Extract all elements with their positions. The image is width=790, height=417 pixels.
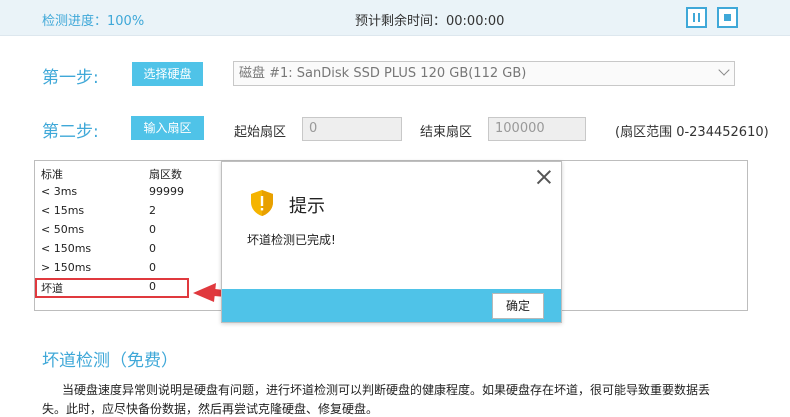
description-line: 失。此时，应尽快备份数据，然后再尝试克隆硬盘、修复硬盘。	[42, 402, 379, 416]
shield-warning-icon	[251, 190, 273, 216]
dialog-title: 提示	[289, 196, 325, 217]
section-title: 坏道检测（免费）	[42, 351, 178, 371]
dialog-footer: 确定	[222, 289, 561, 322]
dialog-message: 坏道检测已完成!	[247, 233, 336, 247]
completion-dialog: 提示 坏道检测已完成! 确定	[221, 161, 562, 323]
ok-button[interactable]: 确定	[492, 293, 544, 319]
close-icon[interactable]	[536, 169, 552, 185]
description-line: 当硬盘速度异常则说明是硬盘有问题，进行坏道检测可以判断硬盘的健康程度。如果硬盘存…	[62, 383, 711, 397]
section-description: 当硬盘速度异常则说明是硬盘有问题，进行坏道检测可以判断硬盘的健康程度。如果硬盘存…	[42, 381, 762, 417]
